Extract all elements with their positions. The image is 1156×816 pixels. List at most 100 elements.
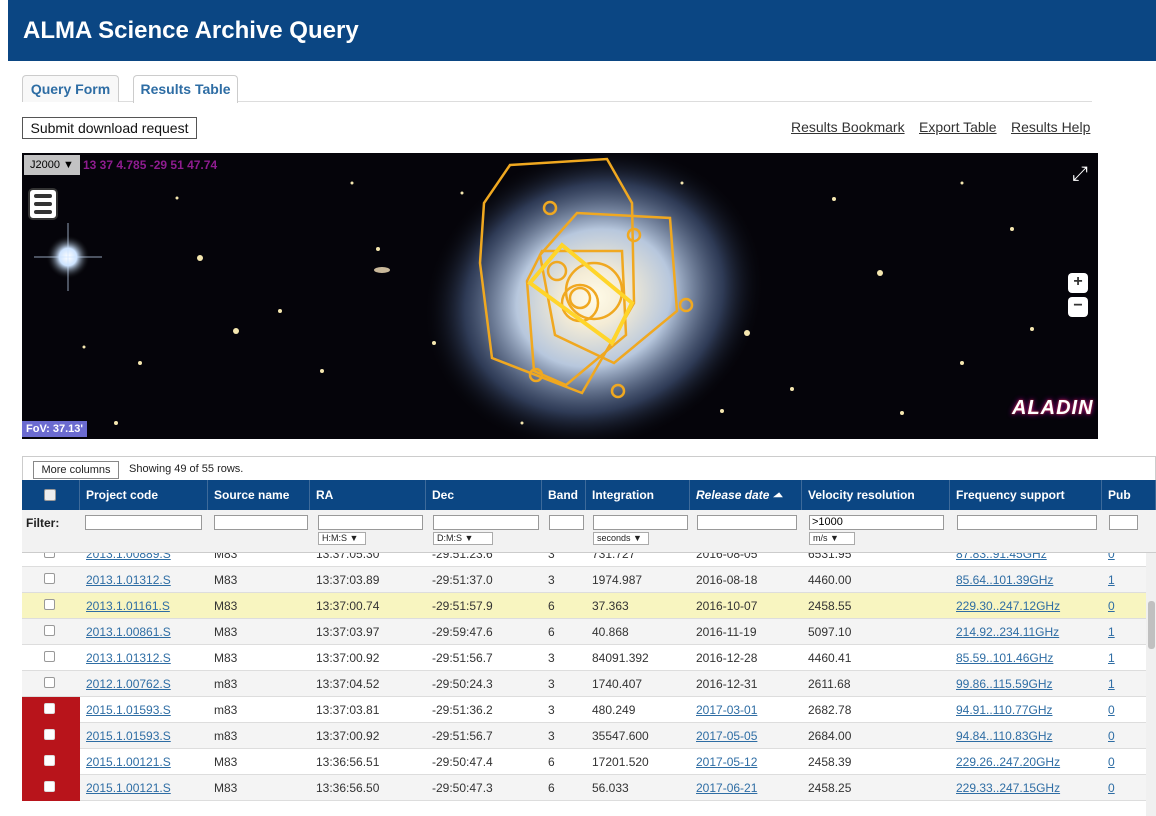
cell-code-link[interactable]: 2015.1.01593.S: [86, 729, 171, 743]
fullscreen-icon[interactable]: ⤢: [1068, 162, 1092, 186]
cell-code-link[interactable]: 2013.1.00861.S: [86, 625, 171, 639]
cell-code-link[interactable]: 2013.1.00889.S: [86, 553, 171, 561]
row-checkbox[interactable]: [44, 755, 55, 766]
col-project-code[interactable]: Project code: [80, 480, 208, 510]
row-checkbox[interactable]: [44, 729, 55, 740]
cell-code-link[interactable]: 2015.1.00121.S: [86, 781, 171, 795]
cell-pub-link[interactable]: 1: [1108, 625, 1115, 639]
cell-pub-link[interactable]: 0: [1108, 729, 1115, 743]
cell-pub: 0: [1102, 723, 1115, 749]
col-frequency-support[interactable]: Frequency support: [950, 480, 1102, 510]
zoom-in-button[interactable]: +: [1068, 273, 1088, 293]
col-dec[interactable]: Dec: [426, 480, 542, 510]
tab-results-table[interactable]: Results Table: [133, 75, 238, 103]
table-row[interactable]: 2015.1.00121.S M83 13:36:56.51 -29:50:47.4 6…: [22, 749, 1146, 775]
row-checkbox[interactable]: [44, 677, 55, 688]
col-ra[interactable]: RA: [310, 480, 426, 510]
cell-pub-link[interactable]: 1: [1108, 651, 1115, 665]
table-row[interactable]: 2015.1.01593.S m83 13:37:03.81 -29:51:36.2 3…: [22, 697, 1146, 723]
cell-dec: -29:50:47.3: [432, 781, 493, 795]
cell-source: M83: [214, 599, 238, 613]
frame-selector[interactable]: J2000 ▼: [24, 155, 80, 175]
cell-release-link[interactable]: 2017-05-12: [696, 755, 757, 769]
scrollbar-thumb[interactable]: [1148, 601, 1155, 649]
filter-pub[interactable]: [1109, 515, 1138, 530]
dec-unit-select[interactable]: D:M:S ▼: [433, 532, 493, 545]
filter-project-code[interactable]: [85, 515, 202, 530]
cell-code-link[interactable]: 2013.1.01312.S: [86, 651, 171, 665]
cell-release-link[interactable]: 2017-05-05: [696, 729, 757, 743]
filter-ra[interactable]: [318, 515, 423, 530]
cell-freq-link[interactable]: 85.64..101.39GHz: [956, 573, 1053, 587]
submit-download-button[interactable]: Submit download request: [22, 117, 197, 139]
results-bookmark-link[interactable]: Results Bookmark: [791, 119, 905, 135]
row-checkbox[interactable]: [44, 553, 55, 558]
cell-code-link[interactable]: 2013.1.01312.S: [86, 573, 171, 587]
table-row[interactable]: 2015.1.00121.S M83 13:36:56.50 -29:50:47.3 6…: [22, 775, 1146, 801]
row-checkbox[interactable]: [44, 703, 55, 714]
layers-icon[interactable]: [28, 188, 58, 220]
row-select-cell: [22, 775, 80, 801]
col-band[interactable]: Band: [542, 480, 586, 510]
table-row[interactable]: 2013.1.01312.S M83 13:37:03.89 -29:51:37.0 3…: [22, 567, 1146, 593]
col-pub[interactable]: Pub: [1102, 480, 1156, 510]
cell-freq-link[interactable]: 94.91..110.77GHz: [956, 703, 1053, 717]
cell-freq-link[interactable]: 94.84..110.83GHz: [956, 729, 1053, 743]
cell-code-link[interactable]: 2012.1.00762.S: [86, 677, 171, 691]
integration-unit-select[interactable]: seconds ▼: [593, 532, 649, 545]
cell-pub-link[interactable]: 0: [1108, 703, 1115, 717]
more-columns-button[interactable]: More columns: [33, 461, 119, 479]
cell-code-link[interactable]: 2015.1.01593.S: [86, 703, 171, 717]
cell-code-link[interactable]: 2013.1.01161.S: [86, 599, 170, 613]
table-row[interactable]: 2015.1.01593.S m83 13:37:00.92 -29:51:56.7 3…: [22, 723, 1146, 749]
cell-pub-link[interactable]: 0: [1108, 553, 1115, 561]
row-checkbox[interactable]: [44, 781, 55, 792]
cell-release-link[interactable]: 2017-06-21: [696, 781, 757, 795]
filter-source-name[interactable]: [214, 515, 308, 530]
col-source-name[interactable]: Source name: [208, 480, 310, 510]
col-velocity-resolution[interactable]: Velocity resolution: [802, 480, 950, 510]
cell-pub-link[interactable]: 0: [1108, 755, 1115, 769]
cell-freq-link[interactable]: 229.33..247.15GHz: [956, 781, 1060, 795]
ra-unit-select[interactable]: H:M:S ▼: [318, 532, 366, 545]
cell-pub-link[interactable]: 1: [1108, 573, 1115, 587]
col-integration[interactable]: Integration: [586, 480, 690, 510]
row-checkbox[interactable]: [44, 625, 55, 636]
table-row[interactable]: 2013.1.01161.S M83 13:37:00.74 -29:51:57.9 6…: [22, 593, 1146, 619]
zoom-out-button[interactable]: −: [1068, 297, 1088, 317]
cell-freq-link[interactable]: 99.86..115.59GHz: [956, 677, 1053, 691]
sky-viewer[interactable]: J2000 ▼ 13 37 4.785 -29 51 47.74 ⤢ + − A…: [22, 153, 1098, 439]
filter-frequency-support[interactable]: [957, 515, 1097, 530]
cell-freq-link[interactable]: 85.59..101.46GHz: [956, 651, 1053, 665]
table-scrollbar[interactable]: [1146, 553, 1156, 816]
cell-pub-link[interactable]: 1: [1108, 677, 1115, 691]
cell-pub-link[interactable]: 0: [1108, 781, 1115, 795]
filter-band[interactable]: [549, 515, 584, 530]
tab-query-form[interactable]: Query Form: [22, 75, 119, 102]
cell-freq-link[interactable]: 229.30..247.12GHz: [956, 599, 1060, 613]
filter-integration[interactable]: [593, 515, 688, 530]
cell-code: 2013.1.00889.S: [80, 553, 171, 567]
export-table-link[interactable]: Export Table: [919, 119, 997, 135]
velocity-unit-select[interactable]: m/s ▼: [809, 532, 855, 545]
row-checkbox[interactable]: [44, 599, 55, 610]
cell-source: m83: [214, 677, 238, 691]
row-checkbox[interactable]: [44, 573, 55, 584]
table-row[interactable]: 2013.1.01312.S M83 13:37:00.92 -29:51:56.7 3…: [22, 645, 1146, 671]
cell-freq-link[interactable]: 87.83..91.45GHz: [956, 553, 1047, 561]
cell-freq-link[interactable]: 214.92..234.11GHz: [956, 625, 1059, 639]
filter-release-date[interactable]: [697, 515, 797, 530]
cell-pub-link[interactable]: 0: [1108, 599, 1115, 613]
cell-release-link[interactable]: 2017-03-01: [696, 703, 757, 717]
select-all-checkbox[interactable]: [44, 489, 56, 501]
filter-velocity-resolution[interactable]: >1000: [809, 515, 944, 530]
filter-dec[interactable]: [433, 515, 539, 530]
cell-freq-link[interactable]: 229.26..247.20GHz: [956, 755, 1060, 769]
results-help-link[interactable]: Results Help: [1011, 119, 1090, 135]
col-release-date[interactable]: Release date ⏶: [690, 480, 802, 510]
table-row[interactable]: 2012.1.00762.S m83 13:37:04.52 -29:50:24.3 3…: [22, 671, 1146, 697]
table-row[interactable]: 2013.1.00861.S M83 13:37:03.97 -29:59:47.6 6…: [22, 619, 1146, 645]
row-checkbox[interactable]: [44, 651, 55, 662]
cell-code-link[interactable]: 2015.1.00121.S: [86, 755, 171, 769]
table-row[interactable]: 2013.1.00889.S M83 13:37:05.30 -29:51:23.6 3…: [22, 553, 1146, 567]
